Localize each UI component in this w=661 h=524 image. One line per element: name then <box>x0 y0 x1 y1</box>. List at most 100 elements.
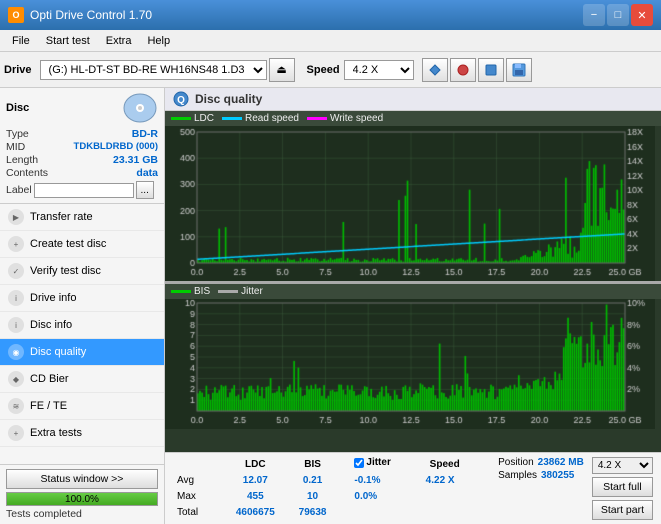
menu-bar: File Start test Extra Help <box>0 30 661 52</box>
fe-te-icon: ≋ <box>8 398 24 414</box>
nav-fe-te[interactable]: ≋ FE / TE <box>0 393 164 420</box>
mid-label: MID <box>6 141 25 153</box>
minimize-button[interactable]: − <box>583 4 605 26</box>
bis-header: BIS <box>288 457 337 473</box>
sidebar-nav: ▶ Transfer rate + Create test disc ✓ Ver… <box>0 204 164 464</box>
disc-quality-icon: ◉ <box>8 344 24 360</box>
nav-create-test-disc-label: Create test disc <box>30 238 106 250</box>
max-label: Max <box>173 489 222 505</box>
chart-header: Q Disc quality <box>165 88 661 111</box>
legend-write-speed: Write speed <box>307 113 383 124</box>
avg-jitter: -0.1% <box>350 473 425 489</box>
label-label: Label <box>6 184 32 196</box>
nav-fe-te-label: FE / TE <box>30 400 67 412</box>
avg-speed: 4.22 X <box>426 473 490 489</box>
disc-info-icon: i <box>8 317 24 333</box>
legend-read-speed: Read speed <box>222 113 299 124</box>
status-text: Tests completed <box>6 508 158 520</box>
toolbar-btn-2[interactable] <box>450 58 476 82</box>
length-label: Length <box>6 154 38 166</box>
contents-value: data <box>136 167 158 179</box>
length-value: 23.31 GB <box>113 154 158 166</box>
jitter-checkbox[interactable] <box>354 458 364 468</box>
progress-bar: 100.0% <box>6 492 158 506</box>
speed-display-select[interactable]: 4.2 X <box>592 457 653 474</box>
toolbar-btn-save[interactable] <box>506 58 532 82</box>
sidebar: Disc Type BD-R MID TDKBLDRBD (000) Lengt… <box>0 88 165 524</box>
chart1-wrapper: LDC Read speed Write speed <box>165 111 661 284</box>
nav-transfer-rate[interactable]: ▶ Transfer rate <box>0 204 164 231</box>
toolbar-btn-1[interactable] <box>422 58 448 82</box>
menu-extra[interactable]: Extra <box>98 33 140 49</box>
main-content: Disc Type BD-R MID TDKBLDRBD (000) Lengt… <box>0 88 661 524</box>
nav-transfer-rate-label: Transfer rate <box>30 211 93 223</box>
nav-extra-tests-label: Extra tests <box>30 427 82 439</box>
stats-table: LDC BIS Jitter Speed Avg 12.07 0.21 -0.1… <box>173 457 490 520</box>
speed-label: Speed <box>307 64 340 76</box>
max-bis: 10 <box>288 489 337 505</box>
nav-disc-quality[interactable]: ◉ Disc quality <box>0 339 164 366</box>
drive-select-wrapper: (G:) HL-DT-ST BD-RE WH16NS48 1.D3 ⏏ <box>40 58 295 82</box>
transfer-rate-icon: ▶ <box>8 209 24 225</box>
menu-file[interactable]: File <box>4 33 38 49</box>
disc-panel-title: Disc <box>6 102 29 114</box>
nav-verify-test-disc[interactable]: ✓ Verify test disc <box>0 258 164 285</box>
toolbar-btn-3[interactable] <box>478 58 504 82</box>
nav-verify-test-disc-label: Verify test disc <box>30 265 101 277</box>
max-jitter: 0.0% <box>350 489 425 505</box>
total-label: Total <box>173 504 222 520</box>
speed-header: Speed <box>426 457 490 473</box>
mid-value: TDKBLDRBD (000) <box>74 141 158 153</box>
start-part-button[interactable]: Start part <box>592 500 653 520</box>
speed-select[interactable]: 4.2 X 1.0 X 2.0 X 6.0 X 8.0 X <box>344 60 414 80</box>
create-test-disc-icon: + <box>8 236 24 252</box>
nav-create-test-disc[interactable]: + Create test disc <box>0 231 164 258</box>
contents-label: Contents <box>6 167 48 179</box>
nav-cd-bier-label: CD Bier <box>30 373 69 385</box>
eject-button[interactable]: ⏏ <box>269 58 295 82</box>
close-button[interactable]: ✕ <box>631 4 653 26</box>
app-title: Opti Drive Control 1.70 <box>30 8 152 22</box>
menu-start-test[interactable]: Start test <box>38 33 98 49</box>
app-icon: O <box>8 7 24 23</box>
nav-disc-info-label: Disc info <box>30 319 72 331</box>
svg-text:Q: Q <box>177 95 185 106</box>
nav-disc-quality-label: Disc quality <box>30 346 86 358</box>
window-controls: − □ ✕ <box>583 4 653 26</box>
legend-jitter: Jitter <box>218 286 263 297</box>
drive-label: Drive <box>4 64 32 76</box>
chart-header-icon: Q <box>173 91 189 107</box>
maximize-button[interactable]: □ <box>607 4 629 26</box>
toolbar-icons <box>422 58 532 82</box>
start-buttons-area: 4.2 X Start full Start part <box>592 457 653 520</box>
nav-drive-info[interactable]: i Drive info <box>0 285 164 312</box>
nav-extra-tests[interactable]: + Extra tests <box>0 420 164 447</box>
label-browse-button[interactable]: ... <box>136 181 154 199</box>
drive-info-icon: i <box>8 290 24 306</box>
status-window-button[interactable]: Status window >> <box>6 469 158 489</box>
disc-panel: Disc Type BD-R MID TDKBLDRBD (000) Lengt… <box>0 88 164 204</box>
avg-bis: 0.21 <box>288 473 337 489</box>
menu-help[interactable]: Help <box>139 33 178 49</box>
extra-tests-icon: + <box>8 425 24 441</box>
chart2-wrapper: BIS Jitter <box>165 284 661 452</box>
stats-area: LDC BIS Jitter Speed Avg 12.07 0.21 -0.1… <box>165 452 661 524</box>
jitter-header: Jitter <box>366 457 390 468</box>
bis-chart <box>165 299 655 429</box>
avg-label: Avg <box>173 473 222 489</box>
position-label: Position <box>498 457 534 468</box>
type-label: Type <box>6 128 29 140</box>
max-ldc: 455 <box>222 489 288 505</box>
start-full-button[interactable]: Start full <box>592 477 653 497</box>
position-samples: Position 23862 MB Samples 380255 <box>498 457 584 520</box>
verify-test-disc-icon: ✓ <box>8 263 24 279</box>
drive-select[interactable]: (G:) HL-DT-ST BD-RE WH16NS48 1.D3 <box>40 60 267 80</box>
nav-cd-bier[interactable]: ◆ CD Bier <box>0 366 164 393</box>
nav-disc-info[interactable]: i Disc info <box>0 312 164 339</box>
chart-title: Disc quality <box>195 92 262 106</box>
samples-value: 380255 <box>541 470 574 481</box>
label-input[interactable] <box>34 183 134 198</box>
total-bis: 79638 <box>288 504 337 520</box>
ldc-chart <box>165 126 655 281</box>
progress-text: 100.0% <box>7 493 157 507</box>
